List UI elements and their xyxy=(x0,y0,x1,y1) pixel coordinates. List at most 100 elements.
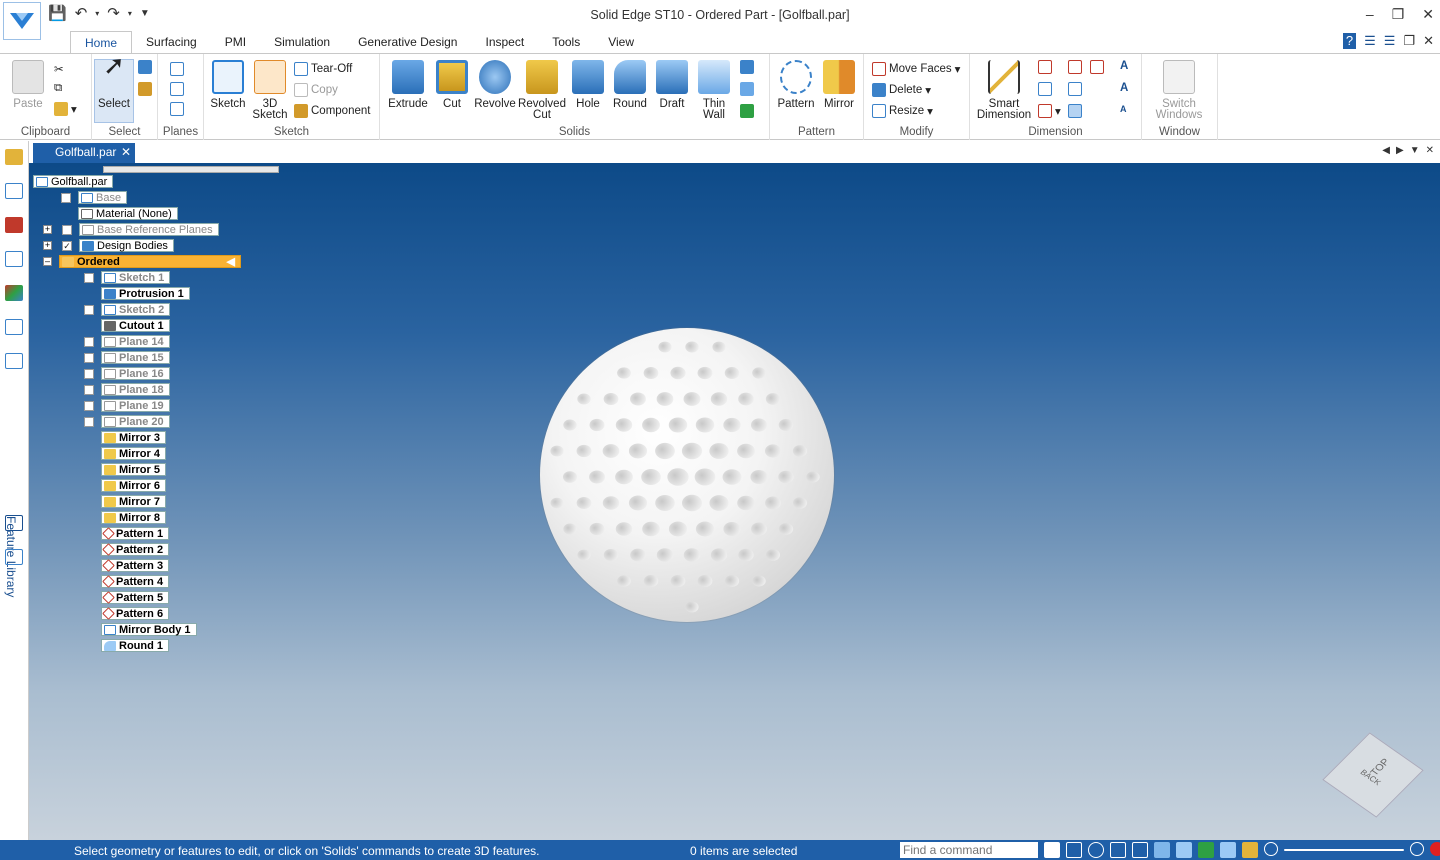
doc-restore-icon[interactable]: ❐ xyxy=(1403,33,1415,49)
zoom-slider[interactable] xyxy=(1284,849,1404,851)
pathfinder-icon[interactable] xyxy=(5,183,23,199)
thin-wall-button[interactable]: Thin Wall xyxy=(694,60,734,121)
auto-dimension-icon[interactable] xyxy=(1090,60,1104,74)
settings-icon[interactable] xyxy=(5,515,23,531)
tree-feature[interactable]: Pattern 4 xyxy=(101,575,170,588)
feature-checkbox[interactable] xyxy=(84,400,94,411)
fit-icon[interactable] xyxy=(1110,842,1126,858)
expand-icon[interactable]: + xyxy=(43,225,52,234)
tree-feature[interactable]: Cutout 1 xyxy=(101,319,170,332)
layers-icon[interactable] xyxy=(5,217,23,233)
record-icon[interactable] xyxy=(1430,842,1440,856)
view-style-icon[interactable] xyxy=(1242,842,1258,858)
tab-close-icon[interactable]: ✕ xyxy=(1426,145,1434,156)
feature-checkbox[interactable] xyxy=(84,416,94,427)
extrude-button[interactable]: Extrude xyxy=(386,60,430,110)
selection-manager-icon[interactable] xyxy=(138,82,152,96)
tree-feature[interactable]: Round 1 xyxy=(101,639,169,652)
tree-design-bodies[interactable]: + ✓ Design Bodies xyxy=(43,239,174,252)
tree-feature[interactable]: Mirror 4 xyxy=(101,447,166,460)
distance-between-icon[interactable] xyxy=(1038,60,1052,74)
tree-feature[interactable]: Pattern 2 xyxy=(101,543,170,556)
minimize-icon[interactable]: – xyxy=(1366,6,1374,23)
tree-feature[interactable]: Plane 18 xyxy=(84,383,170,396)
tree-root[interactable]: Golfball.par xyxy=(33,175,114,188)
increase-font-icon[interactable]: A xyxy=(1120,82,1128,94)
rotate-icon[interactable] xyxy=(1154,842,1170,858)
close-icon[interactable]: ✕ xyxy=(1422,6,1434,23)
tree-base-reference-planes[interactable]: + Base Reference Planes xyxy=(43,223,219,236)
tree-feature[interactable]: Mirror 3 xyxy=(101,431,166,444)
revolve-button[interactable]: Revolve xyxy=(474,60,516,110)
expand-icon[interactable]: + xyxy=(43,241,52,250)
rollback-marker-icon[interactable]: ◀ xyxy=(227,256,235,268)
assembly-icon[interactable] xyxy=(5,549,23,565)
collapse-icon[interactable]: – xyxy=(43,257,52,266)
tab-surfacing[interactable]: Surfacing xyxy=(132,31,211,54)
select-button[interactable]: ➚ Select xyxy=(94,52,134,123)
document-tab[interactable]: Golfball.par ✕ xyxy=(33,143,135,163)
spin-about-icon[interactable] xyxy=(1176,842,1192,858)
tab-pmi[interactable]: PMI xyxy=(211,31,260,54)
switch-windows-button[interactable]: Switch Windows xyxy=(1148,60,1210,121)
tree-feature[interactable]: Mirror 8 xyxy=(101,511,166,524)
tree-ordered[interactable]: – Ordered ◀ xyxy=(43,255,241,268)
tree-material[interactable]: Material (None) xyxy=(78,207,178,220)
golfball-model[interactable] xyxy=(540,328,834,622)
feature-checkbox[interactable] xyxy=(84,352,94,363)
mirror-button[interactable]: Mirror xyxy=(818,60,860,110)
feature-checkbox[interactable] xyxy=(84,384,94,395)
resize-button[interactable]: Resize ▾ xyxy=(872,104,933,118)
delete-button[interactable]: Delete ▾ xyxy=(872,83,931,97)
tab-prev-icon[interactable]: ◀ xyxy=(1382,145,1390,156)
3d-sketch-button[interactable]: 3D Sketch xyxy=(250,60,290,121)
filter-icon[interactable] xyxy=(138,60,152,74)
move-faces-button[interactable]: Move Faces ▾ xyxy=(872,62,960,76)
tile-icon[interactable]: ☰ xyxy=(1384,33,1396,49)
revolved-cut-button[interactable]: Revolved Cut xyxy=(518,60,566,121)
feature-checkbox[interactable] xyxy=(84,304,94,315)
pan-icon[interactable] xyxy=(1132,842,1148,858)
round-button[interactable]: Round xyxy=(610,60,650,110)
text-style-icon[interactable]: A xyxy=(1120,60,1128,72)
copy-button[interactable]: Copy xyxy=(294,83,338,97)
design-bodies-checkbox[interactable]: ✓ xyxy=(62,240,72,251)
add-body-icon[interactable] xyxy=(740,104,754,118)
feature-library-icon[interactable] xyxy=(5,353,23,369)
tree-feature[interactable]: Sketch 2 xyxy=(84,303,171,316)
lip-icon[interactable] xyxy=(740,82,754,96)
tree-base[interactable]: Base xyxy=(61,191,128,204)
restore-icon[interactable]: ❐ xyxy=(1392,6,1405,23)
component-button[interactable]: Component xyxy=(294,104,370,118)
tree-feature[interactable]: Pattern 5 xyxy=(101,591,170,604)
tree-feature[interactable]: Sketch 1 xyxy=(84,271,171,284)
sketch-button[interactable]: Sketch xyxy=(206,60,250,110)
help-icon[interactable]: ? xyxy=(1342,33,1357,49)
rib-icon[interactable] xyxy=(740,60,754,74)
tree-feature[interactable]: Plane 20 xyxy=(84,415,170,428)
doc-close-icon[interactable]: ✕ xyxy=(1423,33,1434,49)
cut-clipboard-icon[interactable]: ✂ xyxy=(54,62,64,76)
tree-feature[interactable]: Mirror 7 xyxy=(101,495,166,508)
cascade-icon[interactable]: ☰ xyxy=(1364,33,1376,49)
find-command-input[interactable] xyxy=(900,842,1038,858)
decrease-font-icon[interactable]: A xyxy=(1120,104,1127,114)
appearance-icon[interactable] xyxy=(5,285,23,301)
cut-button[interactable]: Cut xyxy=(432,60,472,110)
close-document-icon[interactable]: ✕ xyxy=(121,145,131,159)
pathfinder-resize-handle[interactable] xyxy=(103,166,279,173)
tab-next-icon[interactable]: ▶ xyxy=(1396,145,1404,156)
draft-button[interactable]: Draft xyxy=(652,60,692,110)
zoom-area-icon[interactable] xyxy=(1066,842,1082,858)
views-icon[interactable] xyxy=(5,251,23,267)
pattern-button[interactable]: Pattern xyxy=(774,60,818,110)
tree-feature[interactable]: Mirror 5 xyxy=(101,463,166,476)
dimension-grid-icon[interactable] xyxy=(1068,104,1082,118)
tab-generative-design[interactable]: Generative Design xyxy=(344,31,471,54)
feature-checkbox[interactable] xyxy=(84,272,94,283)
view-orientation-icon[interactable] xyxy=(1198,842,1214,858)
base-checkbox[interactable] xyxy=(61,192,71,203)
tab-simulation[interactable]: Simulation xyxy=(260,31,344,54)
ref-planes-checkbox[interactable] xyxy=(62,224,72,235)
paste-button[interactable]: Paste xyxy=(8,60,48,110)
